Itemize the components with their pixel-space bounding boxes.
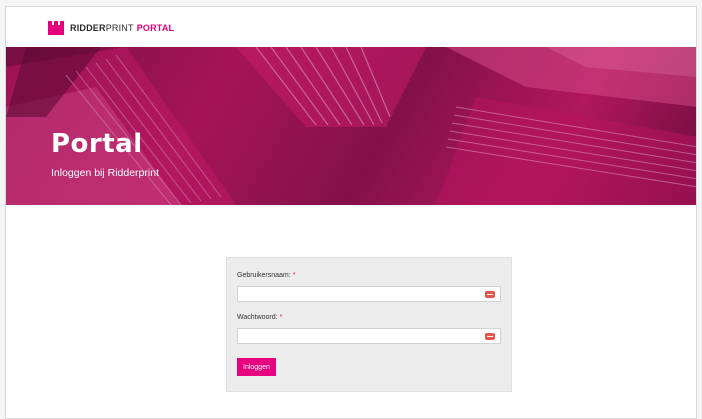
key-icon[interactable] bbox=[485, 333, 495, 340]
logo-text: RIDDERPRINT PORTAL bbox=[70, 21, 174, 35]
page: RIDDERPRINT PORTAL Portal Inloggen bij R… bbox=[5, 6, 697, 419]
logo-brand: RIDDER bbox=[70, 23, 106, 33]
hero-banner: Portal Inloggen bij Ridderprint bbox=[6, 47, 696, 205]
page-title: Portal bbox=[51, 129, 143, 159]
login-form: Gebruikersnaam: * Wachtwoord: * Inloggen bbox=[226, 257, 512, 392]
required-marker: * bbox=[279, 314, 283, 321]
logo-print: PRINT bbox=[105, 23, 134, 33]
top-bar: RIDDERPRINT PORTAL bbox=[6, 7, 696, 47]
castle-crown-icon bbox=[48, 21, 64, 35]
password-label-text: Wachtwoord: bbox=[237, 314, 278, 321]
username-label-text: Gebruikersnaam: bbox=[237, 272, 291, 279]
login-button[interactable]: Inloggen bbox=[237, 358, 276, 376]
page-subtitle: Inloggen bij Ridderprint bbox=[51, 167, 159, 179]
password-input[interactable] bbox=[237, 328, 501, 344]
username-label: Gebruikersnaam: * bbox=[237, 272, 295, 279]
books-background-image bbox=[6, 47, 696, 205]
required-marker: * bbox=[292, 272, 296, 279]
key-icon[interactable] bbox=[485, 291, 495, 298]
password-label: Wachtwoord: * bbox=[237, 314, 282, 321]
ridderprint-logo[interactable]: RIDDERPRINT PORTAL bbox=[48, 20, 174, 36]
logo-portal: PORTAL bbox=[136, 23, 175, 33]
username-input[interactable] bbox=[237, 286, 501, 302]
